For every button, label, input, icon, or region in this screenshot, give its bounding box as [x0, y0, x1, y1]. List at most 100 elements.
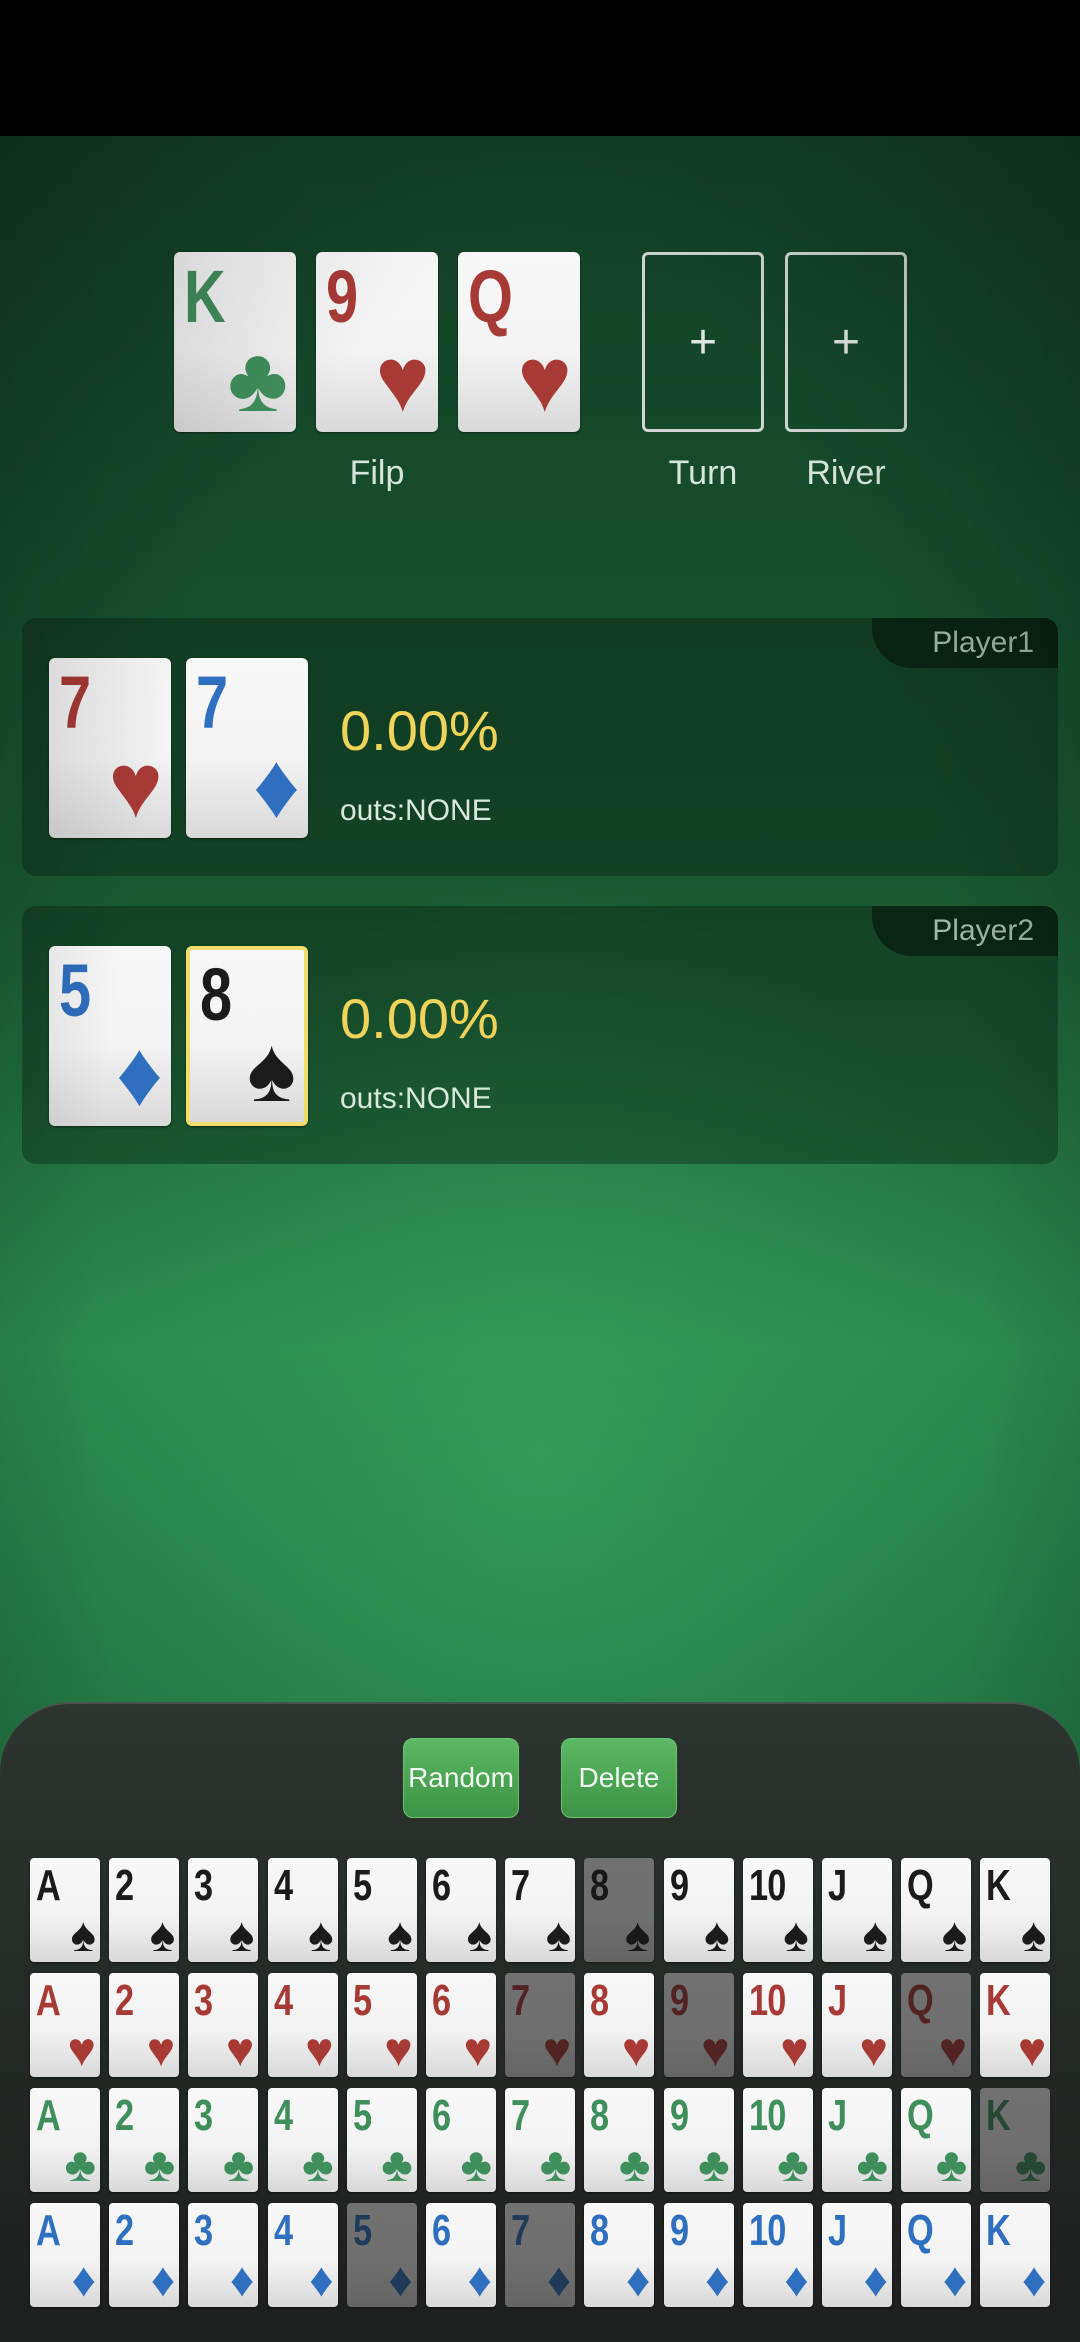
deck-card-8-hearts[interactable]: 8 ♥ [584, 1973, 655, 2077]
card-rank: 5 [352, 2206, 372, 2255]
card-rank: Q [907, 2091, 934, 2140]
deck-card-4-spades[interactable]: 4 ♠ [267, 1858, 338, 1962]
deck-card-q-diamonds[interactable]: Q ♦ [901, 2203, 972, 2307]
deck-card-6-clubs[interactable]: 6 ♣ [426, 2088, 496, 2192]
card-rank: 5 [352, 1976, 372, 2025]
outs-text: outs:NONE [340, 1082, 492, 1115]
diamonds-icon: ♦ [942, 2254, 968, 2307]
player2-hole-card-2[interactable]: 8 ♠ [186, 946, 308, 1126]
deck-card-a-hearts[interactable]: A ♥ [30, 1973, 100, 2077]
deck-card-2-hearts[interactable]: 2 ♥ [109, 1973, 180, 2077]
deck-card-7-spades[interactable]: 7 ♠ [505, 1858, 576, 1962]
flop-card-1[interactable]: K ♣ [174, 252, 296, 432]
deck-card-9-diamonds[interactable]: 9 ♦ [663, 2203, 734, 2307]
deck-card-8-clubs[interactable]: 8 ♣ [584, 2088, 655, 2192]
deck-card-8-diamonds[interactable]: 8 ♦ [584, 2203, 655, 2307]
deck-card-j-diamonds[interactable]: J ♦ [822, 2203, 892, 2307]
diamonds-icon: ♦ [229, 2254, 255, 2307]
deck-card-k-hearts[interactable]: K ♥ [980, 1973, 1051, 2077]
deck-card-5-diamonds[interactable]: 5 ♦ [346, 2203, 417, 2307]
deck-card-7-hearts[interactable]: 7 ♥ [505, 1973, 576, 2077]
deck-card-a-spades[interactable]: A ♠ [30, 1858, 100, 1962]
player1-hole-card-1[interactable]: 7 ♥ [49, 658, 171, 838]
spades-icon: ♠ [1020, 1909, 1047, 1962]
deck-card-3-spades[interactable]: 3 ♠ [188, 1858, 259, 1962]
deck-card-k-diamonds[interactable]: K ♦ [980, 2203, 1051, 2307]
player2-hole-card-1[interactable]: 5 ♦ [49, 946, 171, 1126]
hearts-icon: ♥ [542, 2024, 572, 2077]
player1-hole-card-2[interactable]: 7 ♦ [186, 658, 308, 838]
hearts-icon: ♥ [67, 2024, 97, 2077]
clubs-icon: ♣ [227, 329, 288, 431]
deck-card-6-diamonds[interactable]: 6 ♦ [426, 2203, 496, 2307]
player-name-tag: Player1 [872, 618, 1058, 668]
spades-icon: ♠ [624, 1909, 651, 1962]
deck-card-10-clubs[interactable]: 10 ♣ [742, 2088, 813, 2192]
card-rank: 2 [115, 2091, 134, 2140]
flop-card-2[interactable]: 9 ♥ [316, 252, 438, 432]
card-rank: Q [468, 255, 513, 338]
deck-card-a-clubs[interactable]: A ♣ [30, 2088, 100, 2192]
deck-card-9-hearts[interactable]: 9 ♥ [663, 1973, 734, 2077]
deck-card-j-spades[interactable]: J ♠ [822, 1858, 892, 1962]
deck-card-8-spades[interactable]: 8 ♠ [584, 1858, 655, 1962]
deck-card-2-clubs[interactable]: 2 ♣ [109, 2088, 180, 2192]
deck-card-j-hearts[interactable]: J ♥ [822, 1973, 892, 2077]
spades-icon: ♠ [545, 1909, 572, 1962]
deck-card-2-spades[interactable]: 2 ♠ [109, 1858, 180, 1962]
deck-card-4-diamonds[interactable]: 4 ♦ [267, 2203, 338, 2307]
deck-card-9-spades[interactable]: 9 ♠ [663, 1858, 734, 1962]
deck-card-10-hearts[interactable]: 10 ♥ [742, 1973, 813, 2077]
deck-card-k-spades[interactable]: K ♠ [980, 1858, 1051, 1962]
deck-card-5-clubs[interactable]: 5 ♣ [346, 2088, 417, 2192]
card-rank: Q [907, 1976, 934, 2025]
deck-card-j-clubs[interactable]: J ♣ [822, 2088, 892, 2192]
deck-card-q-hearts[interactable]: Q ♥ [901, 1973, 972, 2077]
clubs-icon: ♣ [1014, 2139, 1047, 2192]
clubs-icon: ♣ [143, 2139, 176, 2192]
flop-card-3[interactable]: Q ♥ [458, 252, 580, 432]
diamonds-icon: ♦ [784, 2254, 809, 2307]
hearts-icon: ♥ [938, 2024, 968, 2077]
diamonds-icon: ♦ [1021, 2254, 1047, 2307]
hearts-icon: ♥ [108, 735, 163, 837]
deck-card-6-hearts[interactable]: 6 ♥ [426, 1973, 496, 2077]
deck-card-q-spades[interactable]: Q ♠ [901, 1858, 972, 1962]
deck-card-q-clubs[interactable]: Q ♣ [901, 2088, 972, 2192]
spades-icon: ♠ [466, 1909, 493, 1962]
deck-card-10-diamonds[interactable]: 10 ♦ [742, 2203, 813, 2307]
deck-card-4-clubs[interactable]: 4 ♣ [267, 2088, 338, 2192]
card-rank: 6 [432, 1861, 451, 1910]
clubs-icon: ♣ [302, 2139, 334, 2192]
deck-card-3-diamonds[interactable]: 3 ♦ [188, 2203, 259, 2307]
random-button[interactable]: Random [403, 1738, 519, 1818]
deck-card-2-diamonds[interactable]: 2 ♦ [109, 2203, 180, 2307]
plus-icon: + [831, 315, 861, 369]
card-rank: 6 [432, 2091, 451, 2140]
deck-card-7-diamonds[interactable]: 7 ♦ [505, 2203, 576, 2307]
deck-card-7-clubs[interactable]: 7 ♣ [505, 2088, 576, 2192]
card-rank: J [828, 1976, 847, 2025]
clubs-icon: ♣ [935, 2139, 968, 2192]
deck-card-5-spades[interactable]: 5 ♠ [346, 1858, 417, 1962]
delete-button[interactable]: Delete [561, 1738, 677, 1818]
hearts-icon: ♥ [701, 2024, 730, 2077]
deck-card-9-clubs[interactable]: 9 ♣ [663, 2088, 734, 2192]
deck-card-10-spades[interactable]: 10 ♠ [742, 1858, 813, 1962]
card-rank: 8 [590, 1861, 609, 1910]
river-slot[interactable]: + [785, 252, 907, 432]
card-rank: 7 [511, 1861, 530, 1910]
deck-card-6-spades[interactable]: 6 ♠ [426, 1858, 496, 1962]
deck-card-5-hearts[interactable]: 5 ♥ [346, 1973, 417, 2077]
deck-card-3-clubs[interactable]: 3 ♣ [188, 2088, 259, 2192]
deck-card-a-diamonds[interactable]: A ♦ [30, 2203, 100, 2307]
turn-slot[interactable]: + [642, 252, 764, 432]
deck-card-k-clubs[interactable]: K ♣ [980, 2088, 1051, 2192]
spades-icon: ♠ [308, 1909, 334, 1962]
deck-card-3-hearts[interactable]: 3 ♥ [188, 1973, 259, 2077]
deck-card-4-hearts[interactable]: 4 ♥ [267, 1973, 338, 2077]
hearts-icon: ♥ [1017, 2024, 1047, 2077]
turn-label: Turn [668, 454, 738, 492]
card-rank: 2 [115, 1976, 134, 2025]
card-rank: 8 [590, 1976, 609, 2025]
